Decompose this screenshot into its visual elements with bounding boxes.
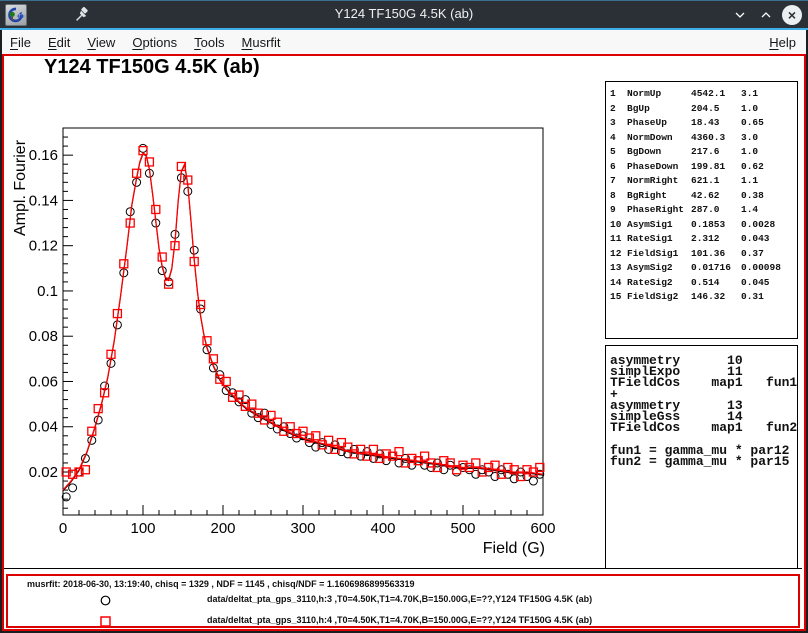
- close-button[interactable]: ×: [782, 5, 802, 25]
- param-row-PhaseUp: 3PhaseUp18.430.65: [610, 116, 797, 131]
- param-row-FieldSig1: 12FieldSig1101.360.37: [610, 247, 797, 262]
- legend-label: data/deltat_pta_gps_3110,h:3 ,T0=4.50K,T…: [207, 594, 592, 604]
- menu-item-options[interactable]: Options: [132, 35, 177, 50]
- param-row-BgUp: 2BgUp204.51.0: [610, 102, 797, 117]
- plot-area[interactable]: [63, 128, 543, 515]
- param-row-AsymSig2: 13AsymSig20.017160.00098: [610, 261, 797, 276]
- square-marker-icon: [99, 615, 112, 628]
- param-row-PhaseDown: 6PhaseDown199.810.62: [610, 160, 797, 175]
- menu-item-tools[interactable]: Tools: [194, 35, 224, 50]
- pad-separator-line: [4, 568, 802, 569]
- param-row-NormRight: 7NormRight621.11.1: [610, 174, 797, 189]
- titlebar: ++ Y124 TF150G 4.5K (ab) ×: [0, 0, 808, 28]
- theory-text: asymmetry 10 simplExpo 11 TFieldCos map1…: [606, 346, 797, 467]
- theory-box: asymmetry 10 simplExpo 11 TFieldCos map1…: [605, 345, 798, 569]
- legend-label: data/deltat_pta_gps_3110,h:4 ,T0=4.50K,T…: [207, 615, 592, 625]
- param-row-RateSig2: 14RateSig20.5140.045: [610, 276, 797, 291]
- param-row-FieldSig2: 15FieldSig2146.320.31: [610, 290, 797, 305]
- menu-item-edit[interactable]: Edit: [48, 35, 70, 50]
- fit-status-text: musrfit: 2018-06-30, 13:19:40, chisq = 1…: [27, 579, 414, 589]
- param-row-NormUp: 1NormUp4542.13.1: [610, 87, 797, 102]
- legend-entry: data/deltat_pta_gps_3110,h:3 ,T0=4.50K,T…: [8, 593, 798, 607]
- minimize-button[interactable]: [730, 5, 750, 25]
- fit-parameter-box: 1NormUp4542.13.12BgUp204.51.03PhaseUp18.…: [605, 81, 798, 339]
- menubar: File Edit View Options Tools Musrfit Help: [2, 30, 806, 54]
- plot-title: Y124 TF150G 4.5K (ab): [44, 56, 260, 79]
- param-row-RateSig1: 11RateSig12.3120.043: [610, 232, 797, 247]
- window-title: Y124 TF150G 4.5K (ab): [0, 6, 808, 21]
- maximize-button[interactable]: [756, 5, 776, 25]
- param-row-BgRight: 8BgRight42.620.38: [610, 189, 797, 204]
- menu-item-musrfit[interactable]: Musrfit: [242, 35, 281, 50]
- legend-entry: data/deltat_pta_gps_3110,h:4 ,T0=4.50K,T…: [8, 614, 798, 628]
- info-pad: musrfit: 2018-06-30, 13:19:40, chisq = 1…: [6, 574, 800, 628]
- param-row-NormDown: 4NormDown4360.33.0: [610, 131, 797, 146]
- menu-item-help[interactable]: Help: [769, 35, 796, 50]
- menu-item-view[interactable]: View: [87, 35, 115, 50]
- param-row-BgDown: 5BgDown217.61.0: [610, 145, 797, 160]
- application-window: ++ Y124 TF150G 4.5K (ab) × FileEditV: [0, 0, 808, 633]
- circle-marker-icon: [99, 594, 112, 607]
- param-row-PhaseRight: 9PhaseRight287.01.4: [610, 203, 797, 218]
- param-row-AsymSig1: 10AsymSig10.18530.0028: [610, 218, 797, 233]
- menu-item-file[interactable]: File: [10, 35, 31, 50]
